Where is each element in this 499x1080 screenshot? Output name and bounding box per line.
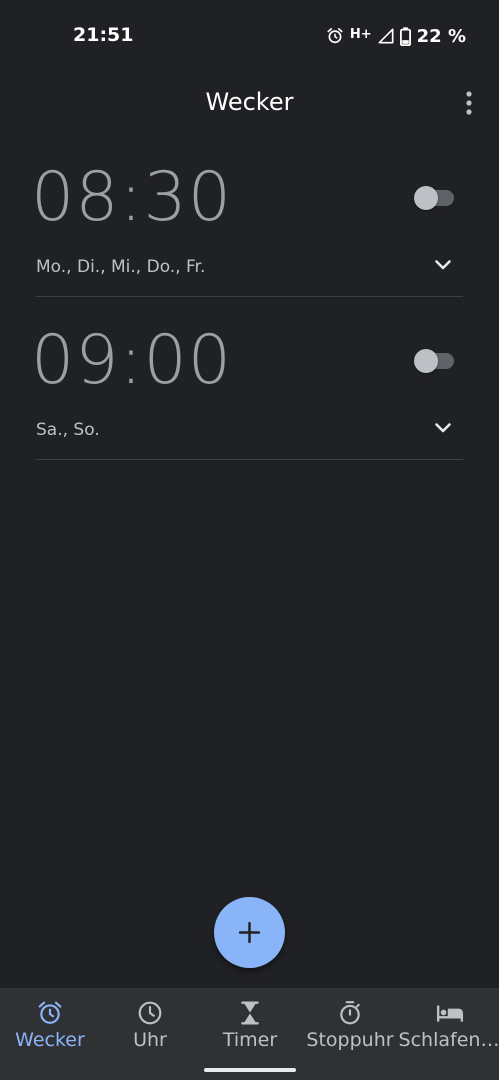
nav-item-bedtime[interactable]: Schlafen… bbox=[399, 988, 499, 1058]
page-title: Wecker bbox=[205, 88, 294, 116]
stopwatch-icon bbox=[340, 1001, 360, 1025]
alarm-toggle[interactable] bbox=[414, 184, 454, 212]
nav-label: Uhr bbox=[133, 1029, 167, 1051]
battery-percentage: 22 % bbox=[416, 25, 466, 47]
nav-label: Wecker bbox=[15, 1029, 85, 1051]
more-options-button[interactable] bbox=[457, 90, 481, 118]
alarm-toggle[interactable] bbox=[414, 347, 454, 375]
status-time: 21:51 bbox=[73, 24, 134, 46]
toggle-thumb bbox=[414, 349, 438, 373]
battery-icon bbox=[399, 26, 411, 46]
signal-icon bbox=[378, 28, 394, 44]
network-type: H+ bbox=[349, 26, 372, 42]
nav-label: Timer bbox=[222, 1029, 278, 1051]
chevron-down-icon[interactable] bbox=[431, 416, 455, 440]
hourglass-icon bbox=[241, 1001, 259, 1025]
add-alarm-button[interactable] bbox=[214, 897, 285, 968]
status-bar: 21:51 H+ 22 % bbox=[0, 0, 499, 72]
divider bbox=[36, 296, 463, 297]
status-icons: H+ 22 % bbox=[326, 24, 466, 48]
alarm-item: 09:00 Sa., So. bbox=[0, 327, 499, 491]
nav-label: Schlafen… bbox=[398, 1029, 499, 1051]
bottom-navigation: Wecker Uhr Timer Stoppuhr Schlafen… bbox=[0, 988, 499, 1080]
alarm-days[interactable]: Sa., So. bbox=[36, 420, 100, 440]
alarm-time[interactable]: 09:00 bbox=[31, 327, 232, 395]
nav-item-clock[interactable]: Uhr bbox=[100, 988, 200, 1058]
more-vert-icon bbox=[466, 91, 472, 115]
divider bbox=[36, 459, 463, 460]
nav-item-alarm[interactable]: Wecker bbox=[0, 988, 100, 1058]
toggle-thumb bbox=[414, 186, 438, 210]
chevron-down-icon[interactable] bbox=[431, 253, 455, 277]
app-bar: Wecker bbox=[0, 72, 499, 134]
nav-label: Stoppuhr bbox=[306, 1029, 394, 1051]
alarm-time[interactable]: 08:30 bbox=[31, 164, 232, 232]
alarm-item: 08:30 Mo., Di., Mi., Do., Fr. bbox=[0, 164, 499, 328]
alarm-status-icon bbox=[327, 28, 343, 44]
bed-icon bbox=[436, 1005, 464, 1022]
nav-item-timer[interactable]: Timer bbox=[200, 988, 300, 1058]
add-icon bbox=[238, 921, 261, 944]
alarm-days[interactable]: Mo., Di., Mi., Do., Fr. bbox=[36, 257, 205, 277]
nav-item-stopwatch[interactable]: Stoppuhr bbox=[300, 988, 400, 1058]
clock-icon bbox=[138, 1001, 162, 1025]
home-indicator[interactable] bbox=[204, 1068, 296, 1072]
alarm-icon bbox=[38, 1001, 62, 1024]
